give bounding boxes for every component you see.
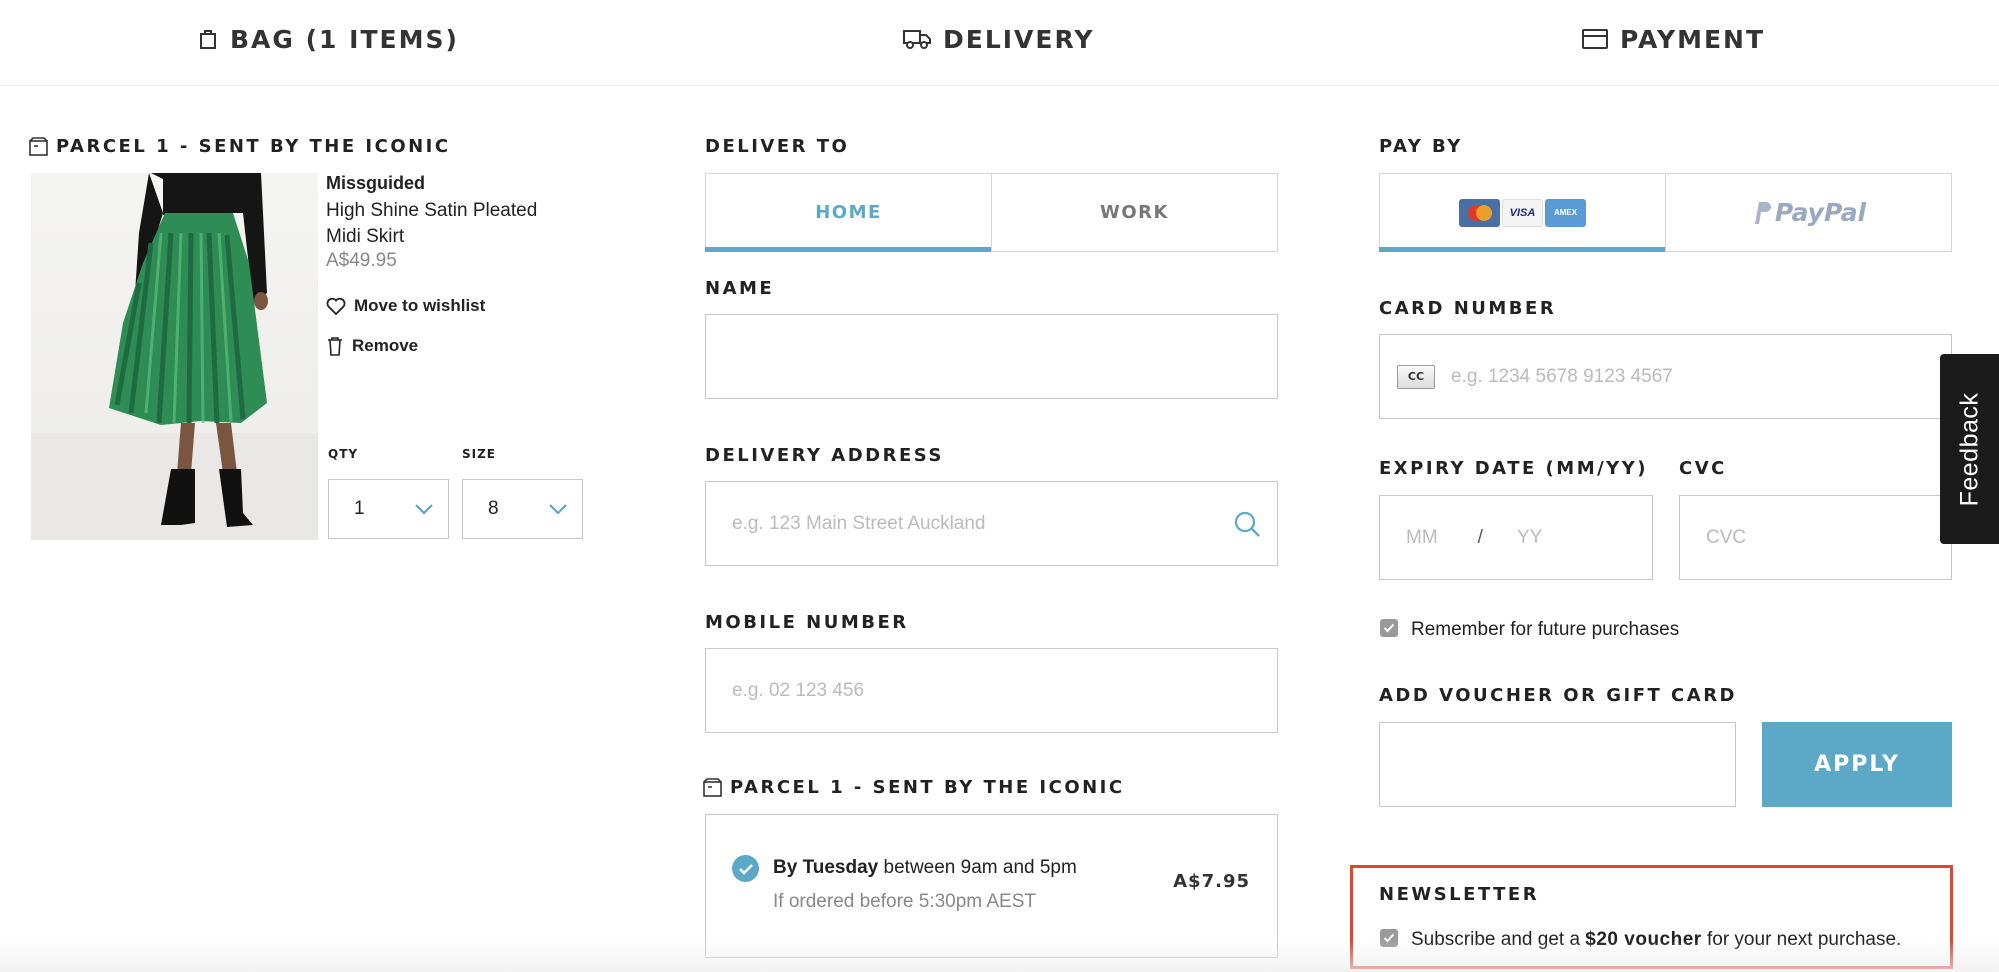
card-number-input[interactable]: CC e.g. 1234 5678 9123 4567 [1379, 334, 1952, 419]
delivery-parcel-heading-text: PARCEL 1 - SENT BY THE ICONIC [730, 777, 1125, 798]
qty-value: 1 [354, 498, 365, 519]
paypal-logo: PayPal [1751, 198, 1866, 227]
move-to-wishlist-label: Move to wishlist [354, 296, 486, 315]
expiry-date-input[interactable]: MM / YY [1379, 495, 1653, 580]
visa-icon: VISA [1502, 198, 1543, 227]
trash-icon [328, 337, 342, 356]
delivery-parcel-heading: PARCEL 1 - SENT BY THE ICONIC [703, 777, 1125, 798]
paypal-label: PayPal [1774, 198, 1867, 227]
bag-parcel-heading: PARCEL 1 - SENT BY THE ICONIC [29, 136, 451, 157]
credit-card-badge-icon: CC [1397, 364, 1435, 389]
shipping-window: between 9am and 5pm [878, 857, 1077, 878]
shipping-day: By Tuesday [773, 857, 879, 878]
mobile-number-input[interactable]: e.g. 02 123 456 [705, 648, 1278, 733]
apply-button[interactable]: APPLY [1762, 722, 1952, 807]
expiry-separator: / [1477, 526, 1483, 548]
truck-icon [903, 30, 931, 49]
mobile-number-placeholder: e.g. 02 123 456 [732, 679, 865, 701]
step-payment[interactable]: PAYMENT [1582, 22, 1765, 56]
delivery-address-label: DELIVERY ADDRESS [705, 445, 944, 466]
cvc-input[interactable]: CVC [1679, 495, 1952, 580]
checkmark-icon [1383, 623, 1395, 633]
newsletter-heading: NEWSLETTER [1379, 884, 1540, 905]
remove-label: Remove [352, 336, 419, 355]
amex-icon: AMEX [1545, 198, 1586, 227]
card-number-label: CARD NUMBER [1379, 298, 1557, 319]
feedback-tab[interactable]: Feedback [1940, 354, 1999, 544]
size-value: 8 [488, 498, 499, 519]
voucher-label: ADD VOUCHER OR GIFT CARD [1379, 685, 1737, 706]
step-bag[interactable]: BAG (1 ITEMS) [198, 22, 459, 56]
card-number-placeholder: e.g. 1234 5678 9123 4567 [1451, 365, 1673, 387]
voucher-input[interactable] [1379, 722, 1736, 807]
tab-work[interactable]: WORK [991, 174, 1277, 251]
step-delivery-label: DELIVERY [943, 24, 1095, 54]
checkmark-icon [1383, 933, 1395, 943]
pay-by-tabs: VISA AMEX PayPal [1379, 173, 1952, 252]
mastercard-icon [1459, 198, 1500, 227]
delivery-address-placeholder: e.g. 123 Main Street Auckland [732, 512, 986, 534]
card-logos: VISA AMEX [1459, 198, 1586, 227]
chevron-down-icon [415, 504, 433, 515]
product-price: A$49.95 [326, 250, 397, 271]
cvc-label: CVC [1679, 458, 1727, 479]
shopping-bag-icon [200, 30, 216, 49]
heart-icon [326, 297, 346, 315]
size-label: SIZE [462, 447, 497, 461]
expiry-year-placeholder: YY [1516, 526, 1543, 548]
remember-label: Remember for future purchases [1411, 619, 1680, 640]
newsletter-checkbox[interactable] [1380, 929, 1398, 947]
product-image[interactable] [31, 173, 318, 540]
product-name[interactable]: High Shine Satin Pleated Midi Skirt [326, 198, 566, 250]
parcel-icon [29, 137, 48, 156]
tab-paypal[interactable]: PayPal [1665, 174, 1951, 251]
remember-checkbox[interactable] [1380, 619, 1398, 637]
tab-home-label: HOME [815, 202, 882, 223]
cvc-placeholder: CVC [1706, 526, 1747, 548]
step-payment-label: PAYMENT [1620, 24, 1766, 54]
shipping-option[interactable]: By Tuesday between 9am and 5pm If ordere… [705, 814, 1278, 958]
paypal-icon [1754, 201, 1771, 224]
checkout-steps: BAG (1 ITEMS) DELIVERY PAYMENT [0, 0, 1999, 86]
qty-select[interactable]: 1 [328, 479, 449, 539]
deliver-to-heading: DELIVER TO [705, 136, 850, 157]
name-label: NAME [705, 278, 775, 299]
parcel-icon [703, 778, 722, 797]
newsletter-text: Subscribe and get a $20 voucher for your… [1411, 929, 1902, 950]
shipping-day-window: By Tuesday between 9am and 5pm [773, 857, 1077, 879]
newsletter-section [1350, 865, 1953, 969]
size-select[interactable]: 8 [462, 479, 583, 539]
expiry-month-placeholder: MM [1406, 526, 1438, 548]
tab-work-label: WORK [1100, 202, 1169, 223]
newsletter-voucher-amount: $20 voucher [1585, 929, 1702, 950]
qty-label: QTY [328, 447, 359, 461]
bag-parcel-heading-text: PARCEL 1 - SENT BY THE ICONIC [56, 136, 451, 157]
credit-card-icon [1582, 29, 1608, 49]
product-brand: Missguided [326, 173, 426, 193]
step-delivery[interactable]: DELIVERY [903, 22, 1094, 56]
selected-check-icon [732, 855, 759, 882]
chevron-down-icon [549, 504, 567, 515]
delivery-address-input[interactable]: e.g. 123 Main Street Auckland [705, 481, 1278, 566]
tab-home[interactable]: HOME [705, 174, 991, 252]
move-to-wishlist-link[interactable]: Move to wishlist [326, 296, 485, 316]
shipping-price: A$7.95 [1173, 871, 1250, 892]
feedback-label: Feedback [1955, 392, 1984, 506]
step-bag-label: BAG (1 ITEMS) [230, 24, 459, 54]
tab-credit-card[interactable]: VISA AMEX [1379, 174, 1665, 252]
expiry-date-label: EXPIRY DATE (MM/YY) [1379, 458, 1648, 479]
name-field[interactable] [705, 314, 1278, 399]
search-icon[interactable] [1233, 510, 1261, 538]
pay-by-heading: PAY BY [1379, 136, 1463, 157]
deliver-to-tabs: HOME WORK [705, 173, 1278, 252]
mobile-number-label: MOBILE NUMBER [705, 612, 909, 633]
shipping-note: If ordered before 5:30pm AEST [773, 891, 1036, 912]
remove-link[interactable]: Remove [326, 336, 418, 356]
product-photo [31, 173, 318, 540]
